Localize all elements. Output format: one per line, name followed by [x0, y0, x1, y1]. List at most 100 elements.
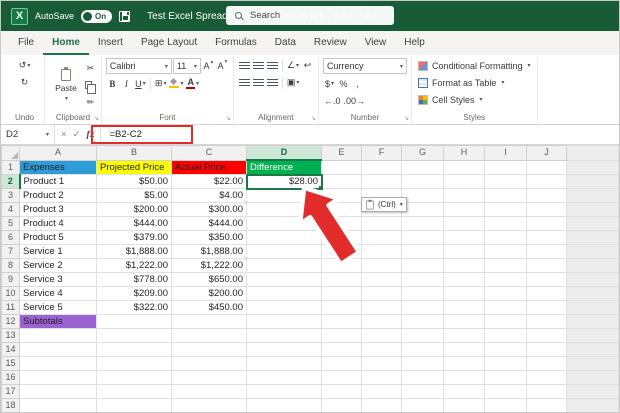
cell-D8[interactable] — [247, 259, 322, 273]
cell-H3[interactable] — [444, 189, 485, 203]
cell-J13[interactable] — [527, 329, 567, 343]
cell-E3[interactable] — [322, 189, 362, 203]
cell-J12[interactable] — [527, 315, 567, 329]
tab-help[interactable]: Help — [395, 33, 434, 55]
cell-C1[interactable]: Actual Price — [172, 160, 247, 175]
cell-I1[interactable] — [485, 160, 527, 175]
col-header-H[interactable]: H — [444, 146, 485, 161]
cell-I16[interactable] — [485, 371, 527, 385]
cell-J8[interactable] — [527, 259, 567, 273]
cell-G12[interactable] — [402, 315, 444, 329]
cell-G4[interactable] — [402, 203, 444, 217]
insert-function-icon[interactable]: fx — [87, 130, 95, 140]
cell-D4[interactable] — [247, 203, 322, 217]
font-name-select[interactable]: Calibri ▾ — [106, 58, 172, 74]
decrease-decimal-button[interactable]: .00→ — [343, 93, 367, 108]
cell-I10[interactable] — [485, 287, 527, 301]
comma-style-button[interactable]: , — [351, 76, 364, 91]
cell-J18[interactable] — [527, 399, 567, 413]
row-header-12[interactable]: 12 — [2, 315, 20, 329]
cell-G2[interactable] — [402, 175, 444, 189]
cell-A1[interactable]: Expenses — [20, 160, 97, 175]
underline-button[interactable]: U ▾ — [134, 76, 147, 91]
row-header-18[interactable]: 18 — [2, 399, 20, 413]
row-header-4[interactable]: 4 — [2, 203, 20, 217]
cell-E9[interactable] — [322, 273, 362, 287]
conditional-formatting-button[interactable]: Conditional Formatting ▾ — [416, 58, 533, 73]
cell-C17[interactable] — [172, 385, 247, 399]
cell-E6[interactable] — [322, 231, 362, 245]
cell-F14[interactable] — [362, 343, 402, 357]
cell-C4[interactable]: $300.00 — [172, 203, 247, 217]
cell-B13[interactable] — [97, 329, 172, 343]
cell-A12[interactable]: Subtotals — [20, 315, 97, 329]
cell-B9[interactable]: $778.00 — [97, 273, 172, 287]
tab-view[interactable]: View — [356, 33, 396, 55]
cell-B3[interactable]: $5.00 — [97, 189, 172, 203]
cell-F15[interactable] — [362, 357, 402, 371]
redo-button[interactable]: ↻ — [9, 75, 40, 90]
cell-D5[interactable] — [247, 217, 322, 231]
format-as-table-button[interactable]: Format as Table ▾ — [416, 75, 533, 90]
align-center-button[interactable] — [252, 75, 265, 90]
font-dialog-launcher-icon[interactable]: ↘ — [226, 115, 231, 122]
cell-J7[interactable] — [527, 245, 567, 259]
row-header-17[interactable]: 17 — [2, 385, 20, 399]
cell-C3[interactable]: $4.00 — [172, 189, 247, 203]
cell-G11[interactable] — [402, 301, 444, 315]
cell-H15[interactable] — [444, 357, 485, 371]
cell-B12[interactable] — [97, 315, 172, 329]
alignment-dialog-launcher-icon[interactable]: ↘ — [311, 115, 316, 122]
cell-E16[interactable] — [322, 371, 362, 385]
row-header-15[interactable]: 15 — [2, 357, 20, 371]
cell-D17[interactable] — [247, 385, 322, 399]
row-header-10[interactable]: 10 — [2, 287, 20, 301]
decrease-font-size-button[interactable]: A ▾ — [216, 59, 229, 74]
col-header-J[interactable]: J — [527, 146, 567, 161]
cell-H14[interactable] — [444, 343, 485, 357]
orientation-button[interactable]: ∠ ▾ — [286, 58, 300, 73]
cell-A17[interactable] — [20, 385, 97, 399]
cell-F6[interactable] — [362, 231, 402, 245]
save-icon[interactable] — [119, 11, 130, 22]
cell-H6[interactable] — [444, 231, 485, 245]
cell-J2[interactable] — [527, 175, 567, 189]
align-left-button[interactable] — [238, 75, 251, 90]
merge-center-button[interactable]: ▣ ▾ — [286, 75, 301, 90]
col-header-I[interactable]: I — [485, 146, 527, 161]
cell-J5[interactable] — [527, 217, 567, 231]
cell-C16[interactable] — [172, 371, 247, 385]
cell-F17[interactable] — [362, 385, 402, 399]
cell-A3[interactable]: Product 2 — [20, 189, 97, 203]
cell-A6[interactable]: Product 5 — [20, 231, 97, 245]
fill-color-button[interactable]: ▾ — [168, 76, 184, 91]
cell-F16[interactable] — [362, 371, 402, 385]
tab-formulas[interactable]: Formulas — [206, 33, 266, 55]
cell-E7[interactable] — [322, 245, 362, 259]
cell-D14[interactable] — [247, 343, 322, 357]
formula-input[interactable]: =B2-C2 — [101, 125, 619, 144]
cell-E2[interactable] — [322, 175, 362, 189]
cell-F8[interactable] — [362, 259, 402, 273]
cell-A14[interactable] — [20, 343, 97, 357]
cell-J14[interactable] — [527, 343, 567, 357]
cell-A2[interactable]: Product 1 — [20, 175, 97, 189]
cell-I5[interactable] — [485, 217, 527, 231]
cell-I11[interactable] — [485, 301, 527, 315]
cell-C11[interactable]: $450.00 — [172, 301, 247, 315]
cell-E13[interactable] — [322, 329, 362, 343]
cell-G1[interactable] — [402, 160, 444, 175]
cell-B8[interactable]: $1,222.00 — [97, 259, 172, 273]
cell-J15[interactable] — [527, 357, 567, 371]
row-header-9[interactable]: 9 — [2, 273, 20, 287]
cell-I3[interactable] — [485, 189, 527, 203]
cell-F1[interactable] — [362, 160, 402, 175]
paste-button[interactable]: Paste ▾ — [49, 68, 83, 103]
name-box[interactable]: D2 ▾ — [1, 125, 55, 144]
clipboard-dialog-launcher-icon[interactable]: ↘ — [94, 115, 99, 122]
cell-A11[interactable]: Service 5 — [20, 301, 97, 315]
cell-J6[interactable] — [527, 231, 567, 245]
align-top-button[interactable] — [238, 58, 251, 73]
cell-G9[interactable] — [402, 273, 444, 287]
cell-H5[interactable] — [444, 217, 485, 231]
